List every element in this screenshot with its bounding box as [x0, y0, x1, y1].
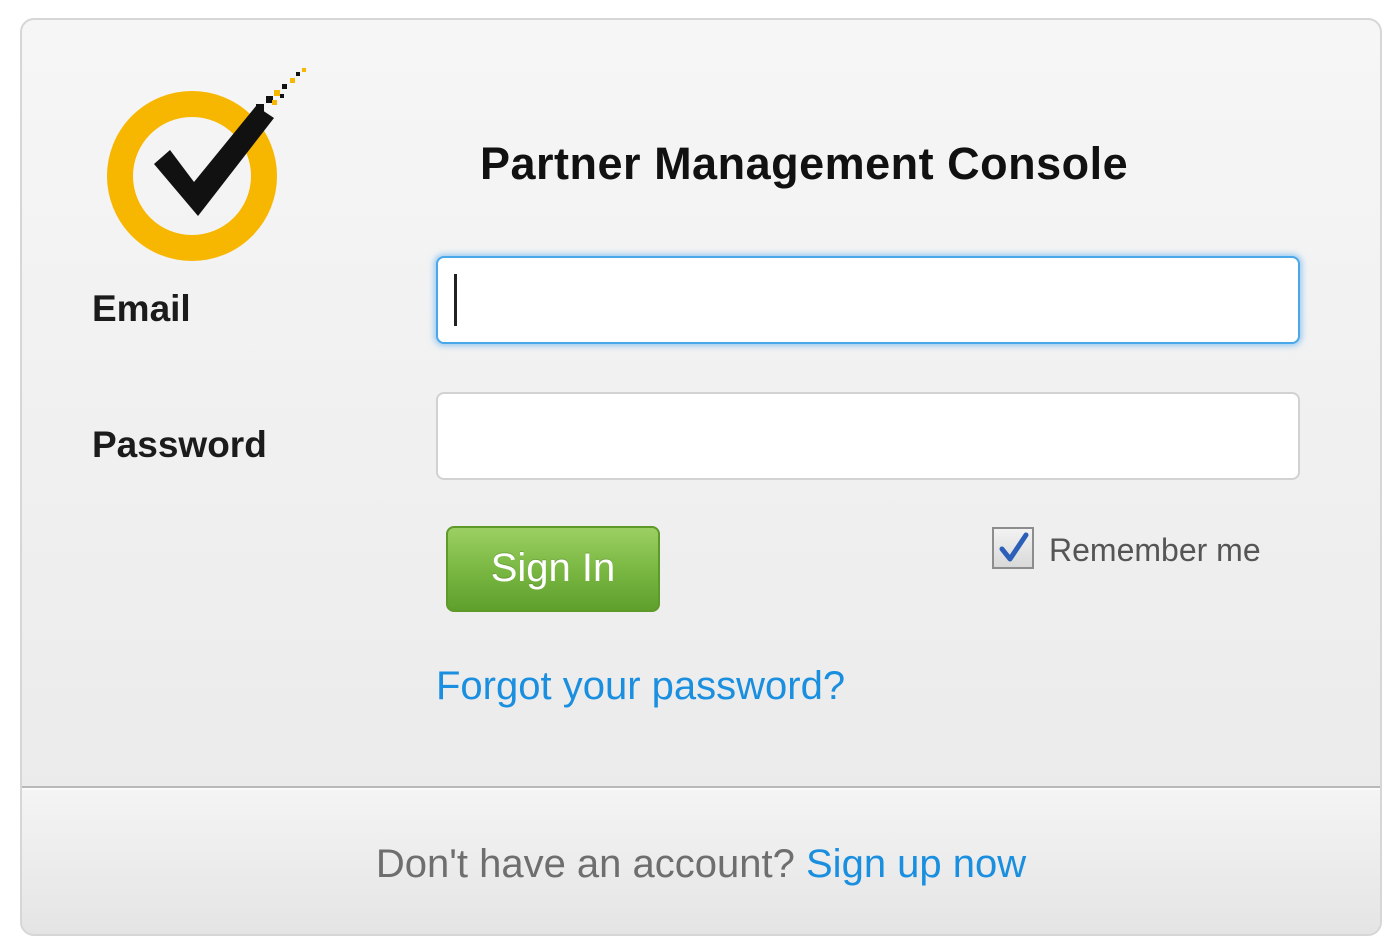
- password-field[interactable]: [436, 392, 1300, 480]
- checkmark-logo-icon: [106, 66, 316, 266]
- text-cursor: [454, 274, 457, 326]
- signup-prompt: Don't have an account?: [375, 842, 795, 886]
- email-field[interactable]: [436, 256, 1300, 344]
- password-label: Password: [92, 424, 267, 465]
- remember-me-label[interactable]: Remember me: [1049, 532, 1261, 569]
- page-title: Partner Management Console: [480, 138, 1129, 189]
- remember-me-checkbox[interactable]: [992, 527, 1034, 569]
- checkmark-icon: [999, 532, 1029, 562]
- sign-in-button[interactable]: Sign In: [446, 526, 660, 612]
- email-label: Email: [92, 288, 191, 329]
- footer-text: Don't have an account? Sign up now: [22, 842, 1380, 887]
- forgot-password-link[interactable]: Forgot your password?: [436, 664, 845, 709]
- sign-up-link[interactable]: Sign up now: [806, 842, 1026, 886]
- login-panel: Partner Management Console Email Passwor…: [20, 18, 1382, 936]
- footer: Don't have an account? Sign up now: [22, 790, 1380, 934]
- footer-divider: [22, 786, 1380, 788]
